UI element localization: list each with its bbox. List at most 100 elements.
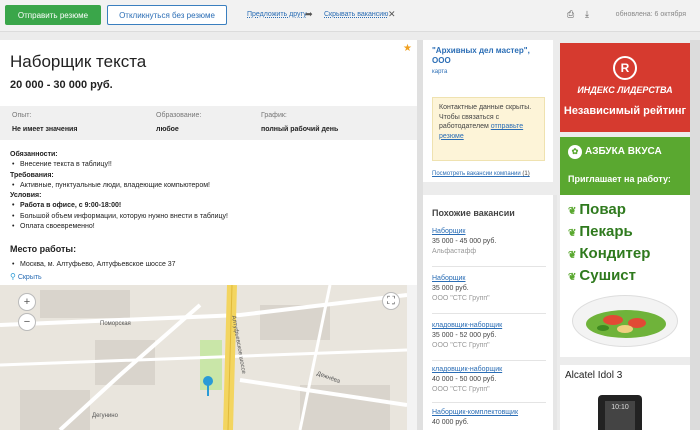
street-label: Поморская: [100, 321, 131, 327]
close-icon[interactable]: ✕: [388, 9, 396, 20]
similar-vacancy-link[interactable]: кладовщик-наборщик: [432, 321, 546, 331]
similar-vacancy-link[interactable]: кладовщик-наборщик: [432, 365, 546, 375]
top-toolbar: Отправить резюме Откликнуться без резюме…: [0, 0, 700, 32]
apply-button[interactable]: Отправить резюме: [5, 5, 101, 25]
map-scrollbar[interactable]: [407, 285, 417, 430]
zoom-out-button[interactable]: −: [18, 313, 36, 331]
company-vacancies-label[interactable]: Посмотреть вакансии компании: [432, 171, 521, 177]
company-map-link[interactable]: карта: [432, 69, 447, 75]
conditions-heading: Условия:: [10, 192, 42, 200]
list-item: кладовщик-наборщик 40 000 - 50 000 руб. …: [432, 365, 546, 395]
location-marker-icon[interactable]: [202, 375, 214, 397]
alcatel-ad[interactable]: Alcatel Idol 3 10:10: [560, 365, 690, 430]
condition-item: Оплата своевременно!: [10, 222, 410, 233]
company-name-link[interactable]: "Архивных дел мастер", ООО: [432, 46, 550, 66]
recommend-link[interactable]: Предложить другу: [247, 11, 307, 18]
hide-vacancy-link[interactable]: Скрывать вакансию: [324, 11, 388, 18]
download-icon[interactable]: ⤓: [585, 9, 589, 20]
map-canvas[interactable]: [0, 285, 407, 430]
ad-job-item: ❦ Кондитер: [568, 245, 650, 262]
schedule-label: График:: [261, 112, 287, 119]
education-value: любое: [156, 126, 179, 133]
ad-job-label: Повар: [579, 201, 626, 218]
contact-hidden-box: Контактные данные скрыты. Чтобы связатьс…: [432, 97, 545, 161]
divider: [432, 313, 546, 314]
arrow-right-icon: ➡: [305, 9, 313, 19]
star-icon[interactable]: ★: [403, 43, 412, 54]
similar-vacancy-salary: 35 000 - 52 000 руб.: [432, 332, 497, 339]
list-item: Наборщик-комплектовщик 40 000 руб.: [432, 408, 546, 428]
similar-vacancy-link[interactable]: Наборщик-комплектовщик: [432, 408, 546, 418]
azbuka-vkusa-ad[interactable]: ✿ АЗБУКА ВКУСА Приглашает на работу: ❦ Пов…: [560, 137, 690, 357]
ad-headline: ИНДЕКС ЛИДЕРСТВА: [577, 85, 673, 95]
phone-screen-time: 10:10: [605, 401, 635, 430]
apply-without-resume-button[interactable]: Откликнуться без резюме: [107, 5, 227, 25]
leaf-icon: ❦: [568, 206, 577, 217]
leadership-index-ad[interactable]: R ИНДЕКС ЛИДЕРСТВА Независимый рейтинг: [560, 43, 690, 132]
similar-vacancy-link[interactable]: Наборщик: [432, 274, 546, 284]
ad-invite: Приглашает на работу:: [568, 174, 671, 184]
leaf-icon: ❦: [568, 272, 577, 283]
ad-brand-name: АЗБУКА ВКУСА: [585, 146, 662, 157]
similar-vacancy-company: ООО "СТС Групп": [432, 295, 490, 302]
company-vacancies-count: (1): [522, 171, 530, 177]
ad-job-label: Пекарь: [579, 223, 633, 240]
divider: [432, 360, 546, 361]
list-item: Наборщик 35 000 - 45 000 руб. Альфастафф: [432, 227, 546, 257]
leaf-icon: ❦: [568, 228, 577, 239]
divider: [432, 266, 546, 267]
education-label: Образование:: [156, 112, 202, 119]
vacancy-info-bar: Опыт: Не имеет значения Образование: люб…: [0, 106, 417, 140]
vacancy-description: Обязанности: Внесение текста в таблицу!!…: [10, 150, 410, 233]
zoom-in-button[interactable]: +: [18, 293, 36, 311]
company-vacancies-link[interactable]: Посмотреть вакансии компании (1): [432, 171, 530, 177]
similar-vacancy-salary: 35 000 - 45 000 руб.: [432, 238, 497, 245]
similar-vacancy-link[interactable]: Наборщик: [432, 227, 546, 237]
list-item: Наборщик 35 000 руб. ООО "СТС Групп": [432, 274, 546, 304]
similar-scrollbar[interactable]: [553, 195, 557, 430]
leadership-logo-icon: R: [613, 56, 637, 80]
hide-map-label[interactable]: Скрыть: [18, 274, 42, 281]
ad-subline: Независимый рейтинг: [563, 105, 687, 117]
similar-vacancy-company: ООО "СТС Групп": [432, 342, 490, 349]
ad-job-item: ❦ Пекарь: [568, 223, 633, 240]
divider: [432, 402, 546, 403]
experience-value: Не имеет значения: [12, 126, 78, 133]
ad-job-label: Сушист: [579, 267, 636, 284]
map-pin-icon: ⚲: [10, 272, 16, 281]
ad-job-item: ❦ Повар: [568, 201, 626, 218]
vacancy-salary: 20 000 - 30 000 руб.: [10, 79, 113, 91]
similar-vacancy-salary: 40 000 руб.: [432, 419, 469, 426]
ad-job-label: Кондитер: [579, 245, 651, 262]
workplace-address: Москва, м. Алтуфьево, Алтуфьевское шоссе…: [10, 261, 176, 268]
page-scrollbar[interactable]: [690, 40, 700, 430]
location-map[interactable]: Поморская Алтуфьевское шоссе Дежнёва Дег…: [0, 285, 407, 430]
ad-job-item: ❦ Сушист: [568, 267, 636, 284]
workplace-heading: Место работы:: [10, 244, 77, 254]
ad-brand: ✿ АЗБУКА ВКУСА: [568, 145, 662, 159]
requirements-heading: Требования:: [10, 171, 54, 179]
leaf-icon: ❦: [568, 250, 577, 261]
fullscreen-button[interactable]: ⛶: [382, 292, 400, 310]
similar-vacancies: Похожие вакансии Наборщик 35 000 - 45 00…: [423, 195, 553, 430]
list-item: кладовщик-наборщик 35 000 - 52 000 руб. …: [432, 321, 546, 351]
ad-product-name: Alcatel Idol 3: [565, 370, 623, 381]
company-card: "Архивных дел мастер", ООО карта Контакт…: [423, 40, 553, 182]
duties-heading: Обязанности:: [10, 151, 58, 158]
schedule-value: полный рабочий день: [261, 126, 339, 133]
vacancy-title: Наборщик текста: [10, 52, 147, 71]
similar-vacancy-company: ООО "СТС Групп": [432, 386, 490, 393]
similar-vacancy-company: Альфастафф: [432, 248, 477, 255]
print-icon[interactable]: ⎙: [567, 9, 574, 20]
similar-vacancies-heading: Похожие вакансии: [432, 208, 515, 218]
salad-plate-image: [572, 295, 678, 347]
condition-item: Большой объем информации, которую нужно …: [10, 212, 410, 223]
hide-map-link[interactable]: ⚲ Скрыть: [10, 272, 42, 281]
experience-label: Опыт:: [12, 112, 32, 119]
condition-item: Работа в офисе, с 9:00-18:00!: [10, 201, 410, 212]
similar-vacancy-salary: 35 000 руб.: [432, 285, 469, 292]
similar-vacancy-salary: 40 000 - 50 000 руб.: [432, 376, 497, 383]
district-label: Дегунино: [92, 413, 118, 419]
duty-item: Внесение текста в таблицу!!: [10, 160, 410, 171]
requirement-item: Активные, пунктуальные люди, владеющие к…: [10, 181, 410, 192]
